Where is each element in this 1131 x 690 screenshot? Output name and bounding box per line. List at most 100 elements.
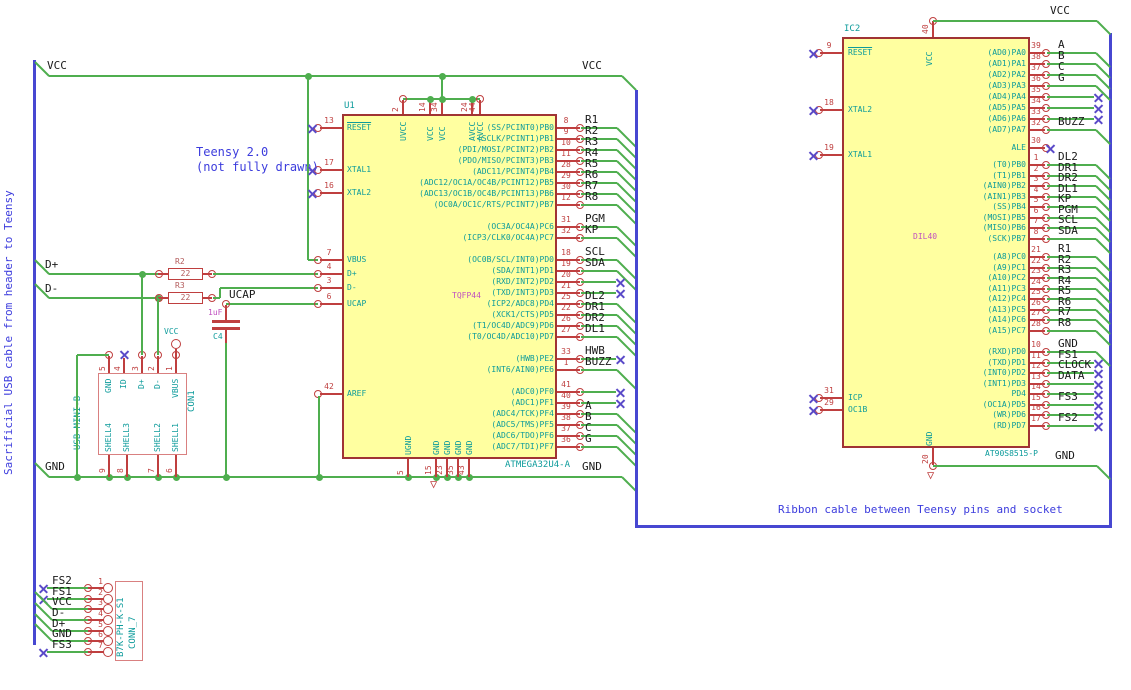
pin-stub: [320, 303, 342, 305]
u1-ref: U1: [344, 101, 355, 111]
wire-h: [1047, 309, 1096, 311]
wire-diagonal: [616, 314, 637, 335]
pin-number: 37: [1031, 63, 1041, 72]
pin-number: 26: [1031, 298, 1041, 307]
pin-number: 23: [435, 465, 444, 475]
pin-number: 2: [1033, 164, 1039, 173]
net-label-dplus: D+: [45, 258, 59, 271]
pin-number: 41: [561, 380, 571, 389]
wire-h: [1047, 298, 1096, 300]
wire-h: [581, 369, 617, 371]
no-connect-icon: [1094, 104, 1103, 113]
pin-number: 33: [1031, 107, 1041, 116]
wire-diagonal: [616, 149, 637, 170]
wire-h: [1047, 319, 1096, 321]
pin-number: 14: [1031, 382, 1041, 391]
wire-v: [318, 396, 320, 477]
pin-stub: [320, 127, 342, 129]
pin-number: 35: [446, 465, 455, 475]
wire-h: [1047, 85, 1096, 87]
net-label-vcc: VCC: [582, 59, 602, 72]
pin-number: 44: [468, 102, 477, 112]
no-connect-icon: [1094, 115, 1103, 124]
no-connect-icon: [1094, 359, 1103, 368]
conn7-ref: CONN_7: [128, 616, 138, 649]
pin-number: 17: [1031, 414, 1041, 423]
wire-diagonal: [616, 182, 637, 203]
pin-name: (MISO)PB6: [982, 223, 1026, 232]
net-label-dminus: D-: [45, 282, 59, 295]
pin-name: (A9)PC1: [992, 263, 1026, 272]
gnd-power-symbol: ▽: [927, 468, 935, 482]
pin-name: D-: [153, 378, 162, 389]
wire-h: [1047, 74, 1096, 76]
pin-number: 27: [561, 325, 571, 334]
pin-name: XTAL1: [848, 150, 873, 159]
pin-number: 12: [561, 193, 571, 202]
pin-ring: [399, 95, 407, 103]
pin-number: 3: [98, 598, 103, 607]
net-label-gnd: GND: [1055, 449, 1075, 462]
pin-stub: [175, 455, 177, 477]
wire-diagonal: [616, 237, 637, 258]
pin-name: SHELL4: [104, 423, 113, 452]
connector-pin-circle: [171, 339, 181, 349]
pin-name: (A10)PC2: [987, 273, 1026, 282]
pin-name: (RD)PD7: [992, 421, 1026, 430]
wire-h: [933, 465, 1097, 467]
pin-name: (ADC12/OC1A/OC4B/PCINT12)PB5: [419, 178, 554, 187]
wire-h: [581, 204, 617, 206]
pin-name: (T1/OC4D/ADC9)PD6: [472, 321, 554, 330]
net-label: R8: [1058, 316, 1072, 329]
pin-number: 16: [324, 181, 334, 190]
wire-h: [581, 237, 617, 239]
pin-number: 2: [391, 107, 400, 112]
no-connect-icon: [616, 355, 625, 364]
pin-number: 8: [563, 116, 569, 125]
wire-v: [76, 355, 78, 477]
ribbon-bus-left-edge: [635, 90, 638, 528]
pin-name: (ADC13/OC1B/OC4B/PCINT13)PB6: [419, 189, 554, 198]
pin-name: (RXD)PD0: [987, 347, 1026, 356]
no-connect-icon: [1094, 411, 1103, 420]
ic2-ref: IC2: [844, 24, 861, 34]
no-connect-icon: [1094, 93, 1103, 102]
no-connect-icon: [809, 106, 818, 115]
pin-name: (ADC5/TMS)PF5: [491, 420, 554, 429]
pin-name: (A8)PC0: [992, 252, 1026, 261]
wire-h: [213, 273, 318, 275]
wire-diagonal: [616, 171, 637, 192]
pin-name: D+: [137, 378, 146, 389]
connector-pin-circle: [103, 647, 113, 657]
pin-number: 3: [326, 276, 332, 285]
pin-number: 29: [824, 398, 834, 407]
wire-h: [49, 75, 622, 77]
pin-stub: [225, 305, 227, 321]
pin-number: 34: [1031, 96, 1041, 105]
wire-h: [77, 354, 109, 356]
pin-stub: [320, 273, 342, 275]
wire-h: [1047, 267, 1096, 269]
pin-number: 4: [1033, 185, 1039, 194]
pin-name: (OC0A/OC1C/RTS/PCINT7)PB7: [433, 200, 554, 209]
connector-pin-circle: [103, 604, 113, 614]
wire-diagonal: [616, 204, 637, 225]
net-label-ucap: UCAP: [229, 288, 256, 301]
pin-name: (MOSI)PB5: [982, 213, 1026, 222]
wire-h: [1047, 277, 1096, 279]
usb-cable-note: Sacrificial USB cable from header to Tee…: [2, 190, 15, 475]
capacitor-value: 1uF: [208, 308, 223, 317]
pin-name: (AD2)PA2: [987, 70, 1026, 79]
pin-number: 12: [1031, 361, 1041, 370]
pin-stub: [320, 287, 342, 289]
schematic-canvas: Sacrificial USB cable from header to Tee…: [0, 0, 1131, 690]
pin-number: 1: [165, 366, 174, 371]
pin-number: 21: [1031, 245, 1041, 254]
ribbon-note: Ribbon cable between Teensy pins and soc…: [778, 503, 1063, 516]
teensy-note-line1: Teensy 2.0: [196, 145, 269, 159]
wire-diagonal: [616, 226, 637, 247]
no-connect-icon: [809, 406, 818, 415]
wire-v: [225, 343, 227, 477]
pin-stub: [468, 459, 470, 477]
wire-h: [581, 270, 617, 272]
